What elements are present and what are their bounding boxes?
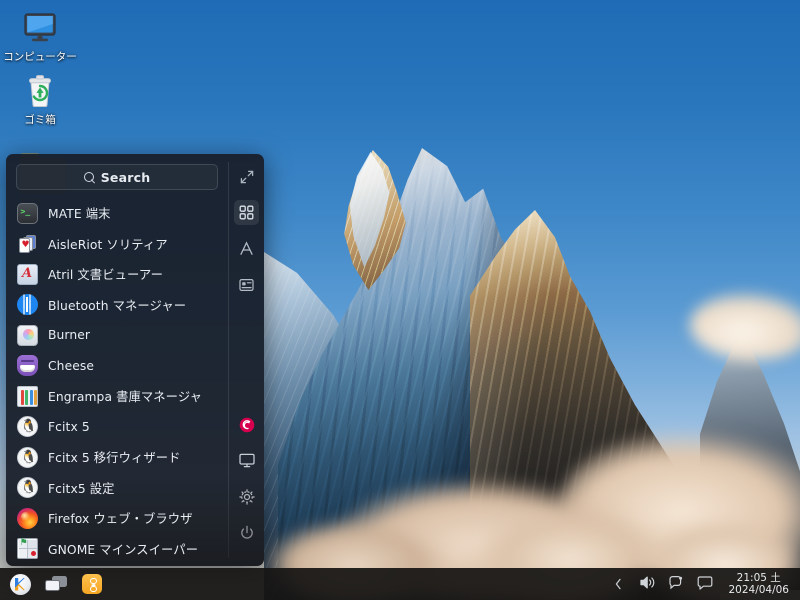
grid-apps-icon — [239, 205, 254, 220]
speaker-icon — [639, 575, 656, 594]
tray-expand[interactable] — [608, 574, 628, 594]
app-label: Fcitx5 設定 — [48, 481, 115, 496]
input-method[interactable] — [666, 574, 686, 594]
clock[interactable]: 21:05 土 2024/04/06 — [724, 572, 793, 596]
expand-button[interactable] — [234, 164, 259, 189]
desktop-icon-trash[interactable]: ゴミ箱 — [0, 67, 80, 128]
search-input[interactable]: Search — [16, 164, 218, 190]
app-label: MATE 端末 — [48, 207, 111, 222]
app-list-item[interactable]: Engrampa 書庫マネージャ — [6, 381, 228, 412]
app-label: Burner — [48, 328, 91, 343]
application-menu-sidebar — [229, 154, 264, 566]
window-switcher[interactable] — [44, 572, 68, 596]
app-label: Fcitx 5 移行ウィザード — [48, 451, 181, 466]
application-list[interactable]: MATE 端末 AisleRiot ソリティア Atril 文書ビューアー Bl… — [6, 196, 228, 566]
app-list-item[interactable]: Burner — [6, 320, 228, 351]
orange-app-icon — [82, 574, 102, 594]
app-list-item[interactable]: Fcitx5 設定 — [6, 473, 228, 504]
application-menu-main: Search MATE 端末 AisleRiot ソリティア Atril 文書ビ… — [6, 154, 228, 566]
notifications[interactable] — [695, 574, 715, 594]
desktop-icon-label: コンピューター — [3, 51, 77, 63]
taskbar: 21:05 土 2024/04/06 — [0, 568, 800, 600]
app-list-item[interactable]: Bluetooth マネージャー — [6, 290, 228, 321]
app-label: Fcitx 5 — [48, 419, 90, 434]
app-label: AisleRiot ソリティア — [48, 237, 168, 252]
distro-logo[interactable] — [234, 412, 259, 437]
app-label: Cheese — [48, 358, 95, 373]
app-label: Atril 文書ビューアー — [48, 268, 163, 283]
disc-burner-icon — [17, 324, 38, 346]
app-list-item[interactable]: AisleRiot ソリティア — [6, 229, 228, 260]
clock-time: 21:05 土 — [736, 572, 781, 584]
app-label: Bluetooth マネージャー — [48, 298, 187, 313]
desktop-icon-label: ゴミ箱 — [24, 114, 56, 126]
volume[interactable] — [637, 574, 657, 594]
windows-stack-icon — [45, 576, 67, 592]
system-settings[interactable] — [234, 484, 259, 509]
application-menu-panel: Search MATE 端末 AisleRiot ソリティア Atril 文書ビ… — [6, 154, 264, 566]
desktop-icon-grid: コンピューター ゴミ箱 — [0, 4, 80, 130]
characters-tab[interactable] — [234, 236, 259, 261]
cheese-icon — [17, 355, 38, 377]
minesweeper-icon — [17, 538, 38, 560]
app-list-item[interactable]: Cheese — [6, 351, 228, 382]
fcitx-tray-icon — [668, 575, 684, 594]
kick-launcher-icon — [9, 573, 31, 595]
power-button[interactable] — [234, 520, 259, 545]
desktop-icon-computer[interactable]: コンピューター — [0, 4, 80, 65]
debian-swirl-icon — [239, 417, 255, 433]
fcitx-penguin-icon — [17, 416, 38, 438]
application-launcher[interactable] — [8, 572, 32, 596]
app-list-item[interactable]: Atril 文書ビューアー — [6, 259, 228, 290]
expand-arrows-icon — [240, 170, 254, 184]
letter-a-icon — [239, 241, 254, 256]
gear-icon — [238, 488, 255, 505]
app-list-item[interactable]: GNOME マインスイーパー — [6, 534, 228, 565]
fcitx-penguin-icon — [17, 477, 38, 499]
app-label: GNOME マインスイーパー — [48, 542, 199, 557]
power-icon — [239, 525, 255, 541]
pinned-app[interactable] — [80, 572, 104, 596]
trash-icon — [20, 71, 60, 111]
monitor-icon — [238, 453, 255, 468]
app-list-item[interactable]: Fcitx 5 — [6, 412, 228, 443]
app-list-item[interactable]: Firefox ウェブ・ブラウザ — [6, 503, 228, 534]
cards-icon — [17, 233, 38, 254]
app-list-item[interactable]: MATE 端末 — [6, 198, 228, 229]
taskbar-launchers — [8, 572, 104, 596]
clipboard-tab[interactable] — [234, 272, 259, 297]
app-label: Firefox ウェブ・ブラウザ — [48, 512, 193, 527]
document-viewer-icon — [17, 263, 38, 285]
bluetooth-icon — [17, 294, 38, 316]
terminal-icon — [17, 202, 38, 224]
search-icon — [83, 171, 95, 183]
clock-date: 2024/04/06 — [728, 584, 789, 596]
message-icon — [697, 575, 713, 594]
search-placeholder: Search — [100, 169, 151, 185]
card-window-icon — [239, 278, 254, 292]
system-tray: 21:05 土 2024/04/06 — [608, 572, 796, 596]
app-label: Engrampa 書庫マネージャ — [48, 390, 203, 405]
fcitx-penguin-icon — [17, 446, 38, 468]
firefox-icon — [17, 507, 38, 529]
chevron-left-icon — [614, 575, 623, 594]
archive-manager-icon — [17, 385, 38, 407]
search-container: Search — [6, 154, 228, 196]
applications-tab[interactable] — [234, 200, 259, 225]
app-list-item[interactable]: Fcitx 5 移行ウィザード — [6, 442, 228, 473]
display-settings[interactable] — [234, 448, 259, 473]
computer-icon — [20, 8, 60, 48]
